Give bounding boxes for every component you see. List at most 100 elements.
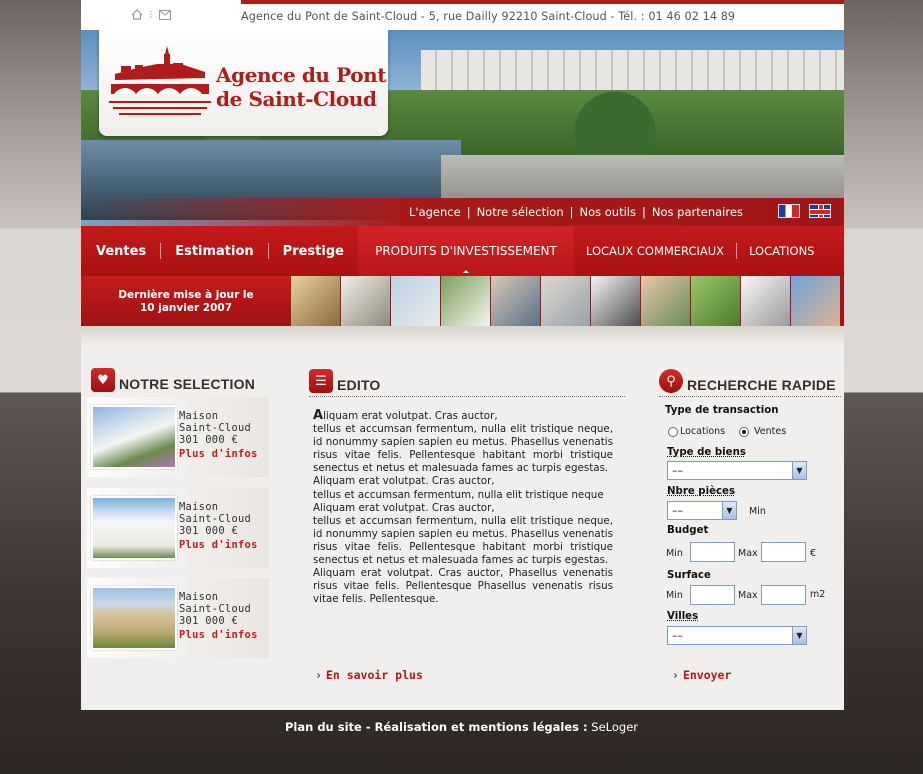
- property-photo[interactable]: [91, 586, 177, 650]
- more-info-link[interactable]: Plus d'infos: [179, 539, 258, 551]
- nav-estimation[interactable]: Estimation: [161, 226, 267, 276]
- chevron-down-icon[interactable]: ▼: [722, 502, 736, 519]
- edito-title: EDITO: [337, 377, 381, 393]
- property-photo[interactable]: [91, 496, 177, 560]
- photo-thumb: [691, 276, 740, 326]
- radio-ventes-label: Ventes: [754, 426, 787, 437]
- edito-header: ☰ EDITO: [309, 369, 625, 397]
- m2-unit: m2: [810, 589, 826, 600]
- surface-min-label: Min: [666, 590, 683, 601]
- budget-min-label: Min: [666, 548, 683, 559]
- property-type: Maison: [179, 410, 219, 422]
- property-card[interactable]: Maison Saint-Cloud 301 000 € Plus d'info…: [87, 578, 269, 658]
- update-strip: Dernière mise à jour le 10 janvier 2007: [81, 276, 844, 326]
- agency-address: Agence du Pont de Saint-Cloud - 5, rue D…: [241, 10, 736, 23]
- edito-drop-cap: A: [313, 408, 324, 423]
- surface-label: Surface: [667, 570, 711, 581]
- budget-max-input[interactable]: [761, 542, 806, 562]
- home-icon[interactable]: [131, 9, 143, 20]
- nav-locaux-commerciaux[interactable]: Locaux commerciaux: [574, 226, 736, 276]
- edito-paragraph: tellus et accumsan fermentum, nulla elit…: [313, 423, 613, 475]
- heart-icon: ♥: [91, 368, 115, 392]
- chevron-down-icon[interactable]: ▼: [792, 462, 806, 479]
- edito-text: Aliquam erat volutpat. Cras auctor, tell…: [313, 409, 613, 606]
- mail-icon[interactable]: [158, 9, 171, 20]
- surface-max-input[interactable]: [761, 585, 806, 605]
- property-card[interactable]: Maison Saint-Cloud 301 000 € Plus d'info…: [87, 397, 269, 477]
- type-select[interactable]: –– ▼: [667, 461, 807, 480]
- property-city: Saint-Cloud: [179, 603, 252, 615]
- credits-link[interactable]: Réalisation et mentions légales :: [375, 720, 588, 734]
- sitemap-link[interactable]: Plan du site: [285, 720, 362, 734]
- bridge-logo-icon: [109, 46, 211, 115]
- property-price: 301 000 €: [179, 434, 239, 446]
- nav-locations[interactable]: Locations: [737, 226, 826, 276]
- type-label: Type de biens: [667, 447, 746, 458]
- property-city: Saint-Cloud: [179, 422, 252, 434]
- logo-line2: de Saint-Cloud: [216, 87, 377, 111]
- villes-select[interactable]: –– ▼: [667, 626, 807, 645]
- euro-unit: €: [810, 548, 817, 559]
- more-info-link[interactable]: Plus d'infos: [179, 629, 258, 641]
- photo-thumb: [491, 276, 540, 326]
- photo-thumb: [341, 276, 390, 326]
- property-type: Maison: [179, 501, 219, 513]
- nav-produits-investissement[interactable]: Produits d'investissement: [357, 226, 574, 276]
- read-more-link[interactable]: En savoir plus: [315, 668, 423, 682]
- property-info: Maison Saint-Cloud 301 000 € Plus d'info…: [179, 591, 258, 641]
- nav-ventes[interactable]: Ventes: [81, 226, 160, 276]
- search-title: RECHERCHE RAPIDE: [687, 377, 836, 393]
- villes-select-value: ––: [672, 629, 683, 642]
- photo-thumb: [291, 276, 340, 326]
- last-update-line1: Dernière mise à jour le: [118, 289, 254, 301]
- footer: Plan du site - Réalisation et mentions l…: [0, 720, 923, 734]
- search-rule: [659, 396, 841, 397]
- more-info-link[interactable]: Plus d'infos: [179, 448, 258, 460]
- selection-header: ♥ NOTRE SELECTION: [91, 368, 271, 392]
- property-info: Maison Saint-Cloud 301 000 € Plus d'info…: [179, 501, 258, 551]
- subnav-separator: |: [642, 205, 646, 219]
- photo-thumb: [591, 276, 640, 326]
- property-info: Maison Saint-Cloud 301 000 € Plus d'info…: [179, 410, 258, 460]
- top-icons: ⁝: [131, 8, 171, 21]
- logo[interactable]: Agence du Pont de Saint-Cloud: [99, 30, 388, 136]
- edito-paragraph: tellus et accumsan fermentum, nulla elit…: [313, 514, 613, 567]
- subnav-outils[interactable]: Nos outils: [579, 205, 636, 219]
- surface-min-input[interactable]: [690, 585, 735, 605]
- magnifier-icon: ⚲: [659, 369, 683, 393]
- uk-flag-icon[interactable]: [809, 204, 831, 218]
- budget-min-input[interactable]: [690, 542, 735, 562]
- shadow-divider: [81, 326, 844, 346]
- property-photo[interactable]: [91, 405, 177, 469]
- submit-search-button[interactable]: Envoyer: [672, 668, 731, 682]
- photo-thumb: [641, 276, 690, 326]
- edito-paragraph: liquam erat volutpat. Cras auctor,: [323, 410, 498, 422]
- edito-paragraph: tellus et accumsan fermentum, nulla elit…: [313, 488, 604, 501]
- subnav-selection[interactable]: Notre sélection: [477, 205, 564, 219]
- subnav-separator: |: [569, 205, 574, 219]
- edito-icon: ☰: [309, 369, 333, 393]
- transaction-label: Type de transaction: [665, 405, 779, 416]
- pieces-select[interactable]: –– ▼: [667, 501, 737, 520]
- property-card[interactable]: Maison Saint-Cloud 301 000 € Plus d'info…: [87, 488, 269, 568]
- photo-thumb: [741, 276, 790, 326]
- edito-paragraph: Aliquam erat volutpat. Cras auctor, Phas…: [313, 567, 613, 606]
- radio-ventes[interactable]: [739, 427, 749, 437]
- footer-separator: -: [361, 720, 375, 734]
- subnav-partenaires[interactable]: Nos partenaires: [652, 205, 743, 219]
- radio-locations[interactable]: [668, 427, 678, 437]
- subnav-separator: |: [466, 205, 471, 219]
- pieces-select-value: ––: [672, 504, 683, 517]
- nav-prestige[interactable]: Prestige: [269, 226, 358, 276]
- last-update: Dernière mise à jour le 10 janvier 2007: [81, 276, 291, 326]
- chevron-down-icon[interactable]: ▼: [792, 627, 806, 644]
- photo-strip: [291, 276, 840, 326]
- photo-thumb: [791, 276, 840, 326]
- budget-label: Budget: [667, 525, 709, 536]
- french-flag-icon[interactable]: [778, 204, 800, 218]
- seloger-link[interactable]: SeLoger: [588, 720, 638, 734]
- property-price: 301 000 €: [179, 615, 239, 627]
- top-red-line: [241, 0, 844, 4]
- secondary-nav: L'agence | Notre sélection | Nos outils | Nos …: [81, 198, 844, 226]
- subnav-agence[interactable]: L'agence: [409, 205, 461, 219]
